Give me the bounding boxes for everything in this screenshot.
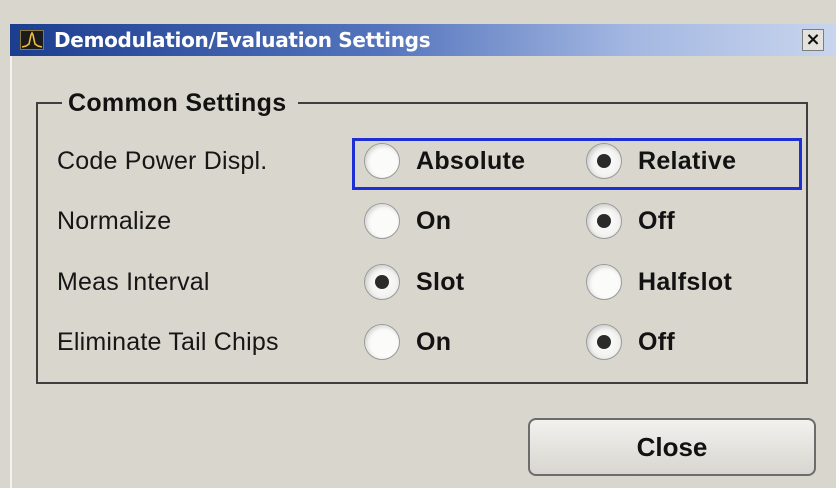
option-label-tail-chips-on[interactable]: On — [416, 324, 451, 360]
radio-normalize-on[interactable] — [364, 203, 400, 239]
radio-checked-icon — [597, 335, 611, 349]
row-label-eliminate-tail-chips: Eliminate Tail Chips — [57, 328, 279, 356]
radio-checked-icon — [597, 154, 611, 168]
spectrum-analyzer-icon — [20, 30, 44, 50]
close-icon[interactable]: × — [802, 29, 824, 51]
option-label-tail-chips-off[interactable]: Off — [638, 324, 675, 360]
radio-checked-icon — [597, 214, 611, 228]
radio-slot[interactable] — [364, 264, 400, 300]
radio-tail-chips-off[interactable] — [586, 324, 622, 360]
option-label-absolute[interactable]: Absolute — [416, 143, 525, 179]
window-border — [10, 56, 12, 488]
settings-dialog: Demodulation/Evaluation Settings × Commo… — [0, 0, 836, 488]
option-label-relative[interactable]: Relative — [638, 143, 736, 179]
option-label-normalize-on[interactable]: On — [416, 203, 451, 239]
group-title: Common Settings — [62, 86, 299, 120]
option-label-slot[interactable]: Slot — [416, 264, 464, 300]
title-bar[interactable]: Demodulation/Evaluation Settings × — [10, 24, 836, 56]
window-title: Demodulation/Evaluation Settings — [54, 28, 431, 52]
close-button[interactable]: Close — [528, 418, 816, 476]
row-label-meas-interval: Meas Interval — [57, 268, 210, 296]
option-label-halfslot[interactable]: Halfslot — [638, 264, 732, 300]
radio-absolute[interactable] — [364, 143, 400, 179]
row-label-normalize: Normalize — [57, 207, 172, 235]
radio-halfslot[interactable] — [586, 264, 622, 300]
radio-normalize-off[interactable] — [586, 203, 622, 239]
radio-checked-icon — [375, 275, 389, 289]
radio-tail-chips-on[interactable] — [364, 324, 400, 360]
row-label-code-power-displ: Code Power Displ. — [57, 147, 268, 175]
radio-relative[interactable] — [586, 143, 622, 179]
option-label-normalize-off[interactable]: Off — [638, 203, 675, 239]
